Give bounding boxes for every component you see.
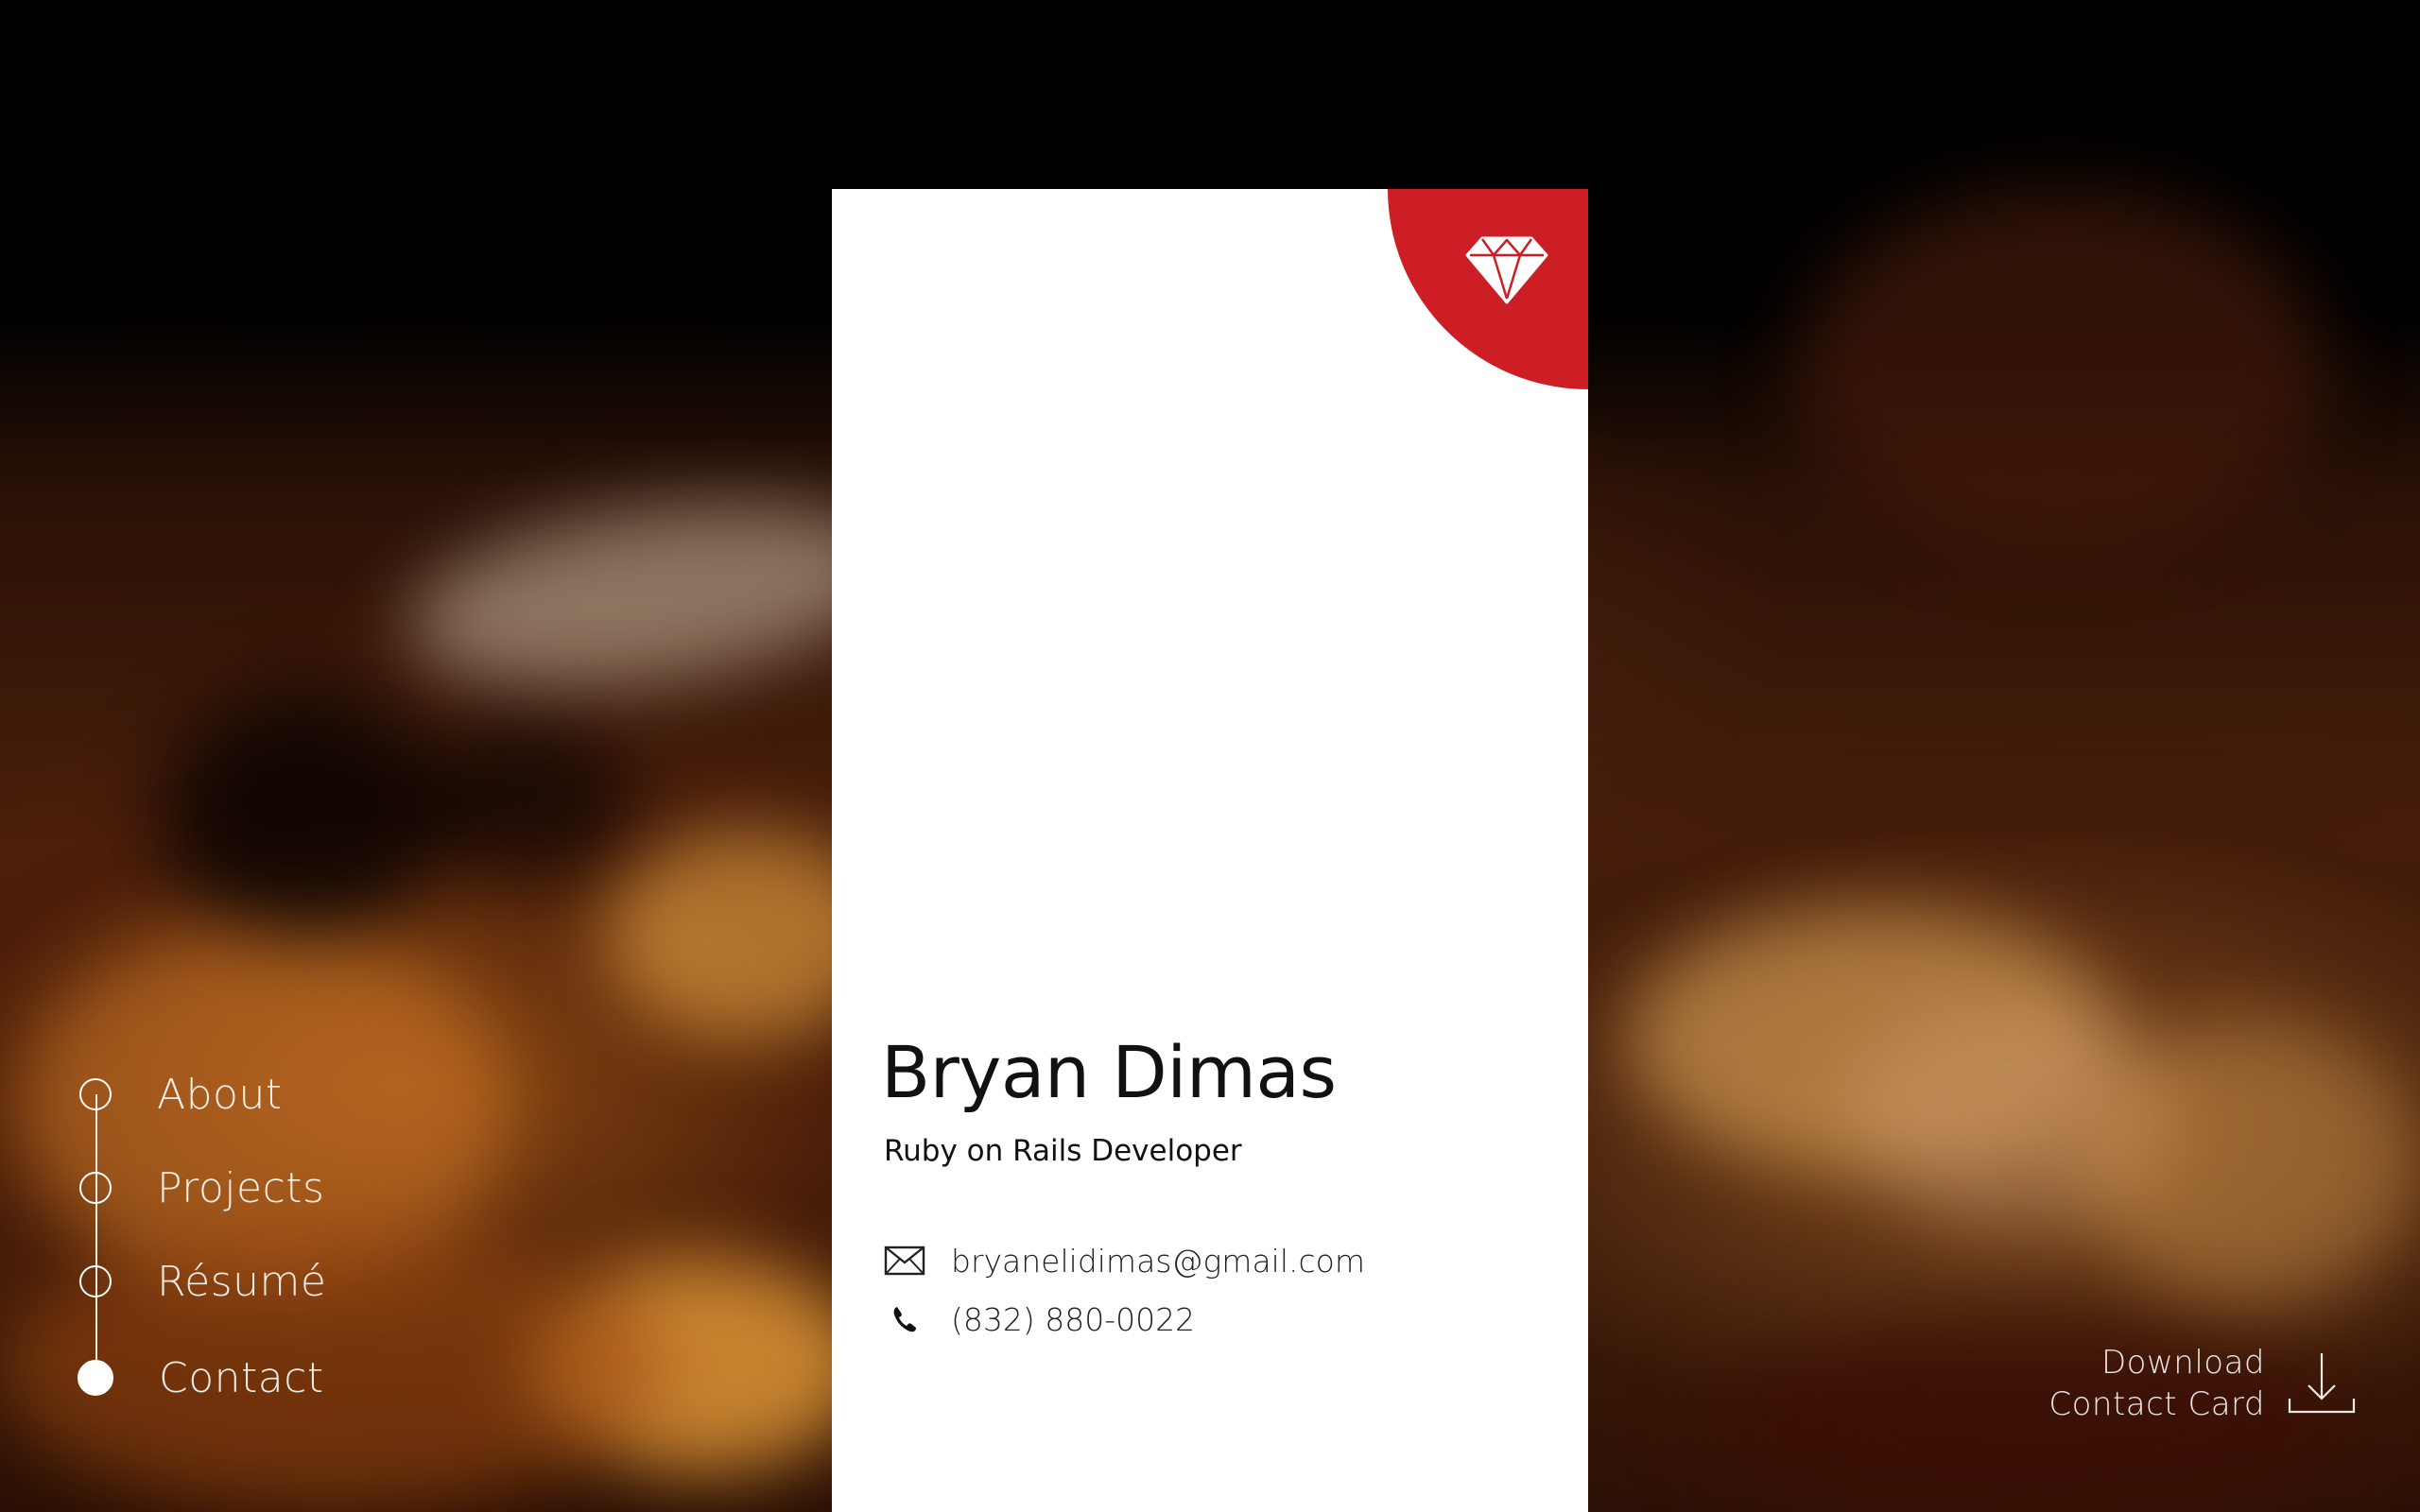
nav-dot-icon: [79, 1078, 112, 1110]
business-card: Bryan Dimas Ruby on Rails Developer brya…: [832, 189, 1588, 1512]
download-label-line1: Download: [2100, 1344, 2265, 1382]
download-contact-card-button[interactable]: Download Contact Card: [2048, 1342, 2356, 1425]
nav-item-resume[interactable]: Résumé: [78, 1258, 326, 1306]
download-icon: [2288, 1353, 2356, 1414]
nav-item-label: Projects: [157, 1163, 325, 1212]
section-nav: About Projects Résumé Contact: [78, 1071, 475, 1402]
nav-dot-icon: [79, 1172, 112, 1204]
contact-page: About Projects Résumé Contact Bryan Dima…: [0, 0, 2420, 1512]
envelope-icon: [884, 1242, 925, 1280]
ruby-gem-icon: [1465, 236, 1548, 304]
email-link[interactable]: bryanelidimas@gmail.com: [951, 1243, 1365, 1280]
nav-item-contact[interactable]: Contact: [78, 1354, 324, 1402]
card-name: Bryan Dimas: [881, 1030, 1337, 1114]
nav-dot-active-icon: [78, 1360, 113, 1396]
card-role: Ruby on Rails Developer: [884, 1134, 1242, 1168]
nav-item-label: About: [157, 1070, 283, 1119]
download-label-line2: Contact Card: [2048, 1385, 2265, 1423]
nav-item-label: Contact: [159, 1353, 324, 1402]
nav-timeline-line: [95, 1094, 97, 1380]
download-label: Download Contact Card: [2048, 1342, 2265, 1425]
nav-dot-icon: [79, 1265, 112, 1297]
phone-link[interactable]: (832) 880-0022: [951, 1301, 1195, 1338]
email-row[interactable]: bryanelidimas@gmail.com: [884, 1242, 1365, 1280]
nav-item-label: Résumé: [157, 1257, 327, 1306]
phone-icon: [884, 1300, 925, 1338]
nav-item-about[interactable]: About: [78, 1071, 283, 1119]
phone-row[interactable]: (832) 880-0022: [884, 1300, 1195, 1338]
nav-item-projects[interactable]: Projects: [78, 1164, 324, 1212]
